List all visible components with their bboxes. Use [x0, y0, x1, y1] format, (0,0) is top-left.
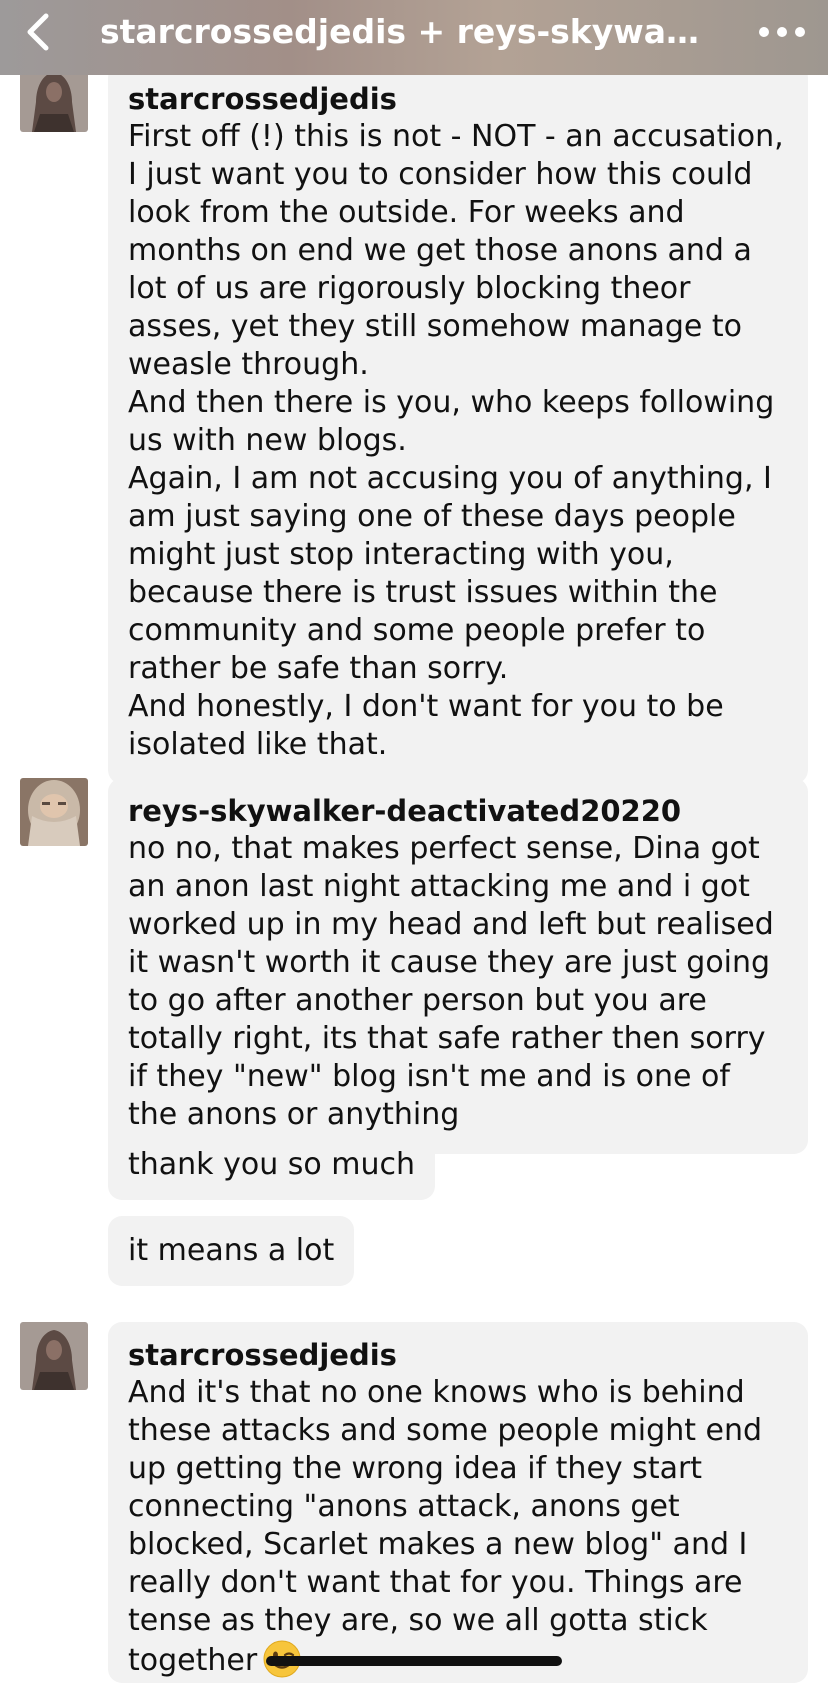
conversation-header: starcrossedjedis + reys-skywalker-d... — [0, 0, 828, 75]
home-indicator[interactable] — [266, 1656, 562, 1666]
sender-name[interactable]: starcrossedjedis — [128, 80, 788, 118]
hooded-figure-avatar — [20, 1322, 88, 1390]
message-bubble: it means a lot — [108, 1216, 355, 1286]
message-bubble: starcrossedjedis And it's that no one kn… — [108, 1322, 808, 1683]
avatar[interactable] — [20, 778, 88, 846]
message-text: And it's that no one knows who is behind… — [128, 1374, 788, 1680]
more-options-button[interactable] — [754, 10, 810, 54]
chevron-left-icon — [27, 13, 49, 51]
message-bubble: starcrossedjedis First off (!) this is n… — [108, 64, 808, 784]
sender-name[interactable]: reys-skywalker-deactivated20220 — [128, 792, 788, 830]
veiled-face-avatar — [20, 778, 88, 846]
message-text: thank you so much — [128, 1147, 416, 1182]
message-bubble: thank you so much — [108, 1130, 436, 1200]
message-text: it means a lot — [128, 1233, 335, 1268]
ellipsis-icon — [759, 27, 805, 37]
message-text: First off (!) this is not - NOT - an acc… — [128, 119, 784, 762]
conversation-title[interactable]: starcrossedjedis + reys-skywalker-d... — [100, 8, 710, 56]
back-button[interactable] — [18, 10, 62, 54]
message-text-content: And it's that no one knows who is behind… — [128, 1375, 763, 1678]
message-bubble: reys-skywalker-deactivated20220 no no, t… — [108, 778, 808, 1154]
sender-name[interactable]: starcrossedjedis — [128, 1336, 788, 1374]
avatar[interactable] — [20, 1322, 88, 1390]
message-text: no no, that makes perfect sense, Dina go… — [128, 831, 774, 1132]
